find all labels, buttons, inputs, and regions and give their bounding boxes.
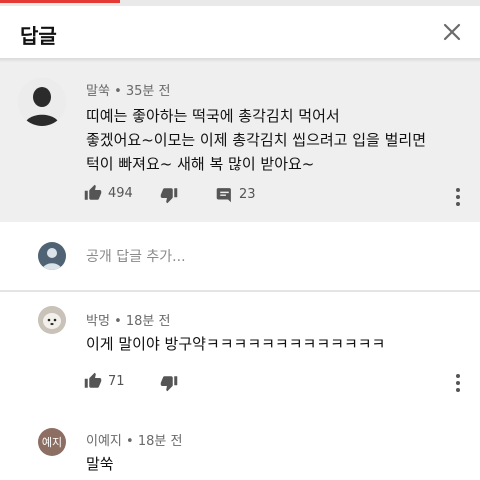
- add-reply-input[interactable]: 공개 답글 추가...: [86, 246, 186, 266]
- more-dot: [456, 374, 460, 378]
- dislike-button[interactable]: [160, 374, 178, 392]
- thumbs-down-icon: [160, 376, 178, 392]
- avatar[interactable]: [38, 306, 66, 334]
- comment-line: 턱이 빠져요~ 새해 복 많이 받아요~: [86, 155, 315, 173]
- comment-time: 35분 전: [125, 84, 171, 99]
- more-options-button[interactable]: [455, 374, 461, 392]
- avatar[interactable]: 예지: [38, 428, 66, 456]
- avatar-initials: 예지: [41, 436, 63, 449]
- avatar: [38, 242, 66, 270]
- person-icon: [42, 248, 62, 270]
- divider: [0, 290, 480, 292]
- avatar[interactable]: [18, 78, 66, 126]
- meta-separator: •: [114, 84, 126, 99]
- reply-author[interactable]: 이예지: [86, 434, 122, 449]
- more-dot: [456, 195, 460, 199]
- comment-text: 띠예는 좋아하는 떡국에 총각김치 먹어서 좋겠어요~이모는 이제 총각김치 씹…: [86, 104, 426, 176]
- add-reply-row: 공개 답글 추가...: [0, 232, 480, 282]
- comment-line: 띠예는 좋아하는 떡국에 총각김치 먹어서: [86, 107, 340, 125]
- parent-comment: 말쑥 • 35분 전 띠예는 좋아하는 떡국에 총각김치 먹어서 좋겠어요~이모…: [0, 62, 480, 222]
- like-button[interactable]: 494: [84, 184, 133, 202]
- more-dot: [456, 202, 460, 206]
- like-count: 71: [108, 373, 125, 389]
- more-dot: [456, 388, 460, 392]
- meta-separator: •: [126, 434, 138, 449]
- reply-count: 23: [239, 187, 256, 202]
- replies-button[interactable]: 23: [216, 186, 256, 203]
- dislike-button[interactable]: [160, 186, 178, 204]
- like-count: 494: [108, 185, 133, 201]
- close-icon: [443, 23, 461, 41]
- progress-accent: [0, 0, 120, 3]
- thumbs-down-icon: [160, 188, 178, 204]
- reply-meta: 박멍 • 18분 전: [86, 310, 170, 329]
- comment-author[interactable]: 말쑥: [86, 84, 110, 99]
- reply-meta: 이예지 • 18분 전: [86, 430, 182, 449]
- person-icon: [18, 78, 66, 126]
- thumbs-up-icon: [84, 184, 102, 200]
- reply-author[interactable]: 박멍: [86, 314, 110, 329]
- comment-meta: 말쑥 • 35분 전: [86, 80, 170, 99]
- close-button[interactable]: [440, 20, 464, 44]
- reply-time: 18분 전: [137, 434, 183, 449]
- more-dot: [456, 188, 460, 192]
- thumbs-up-icon: [84, 372, 102, 388]
- more-dot: [456, 381, 460, 385]
- page-title: 답글: [20, 24, 57, 48]
- like-button[interactable]: 71: [84, 372, 125, 390]
- dog-avatar-icon: [38, 306, 66, 334]
- more-options-button[interactable]: [455, 188, 461, 206]
- meta-separator: •: [114, 314, 126, 329]
- comment-icon: [216, 188, 231, 203]
- reply-text: 이게 말이야 방구약ㅋㅋㅋㅋㅋㅋㅋㅋㅋㅋㅋㅋㅋ: [86, 335, 386, 353]
- reply-text: 말쑥: [86, 455, 114, 473]
- reply-time: 18분 전: [125, 314, 171, 329]
- comment-line: 좋겠어요~이모는 이제 총각김치 씹으려고 입을 벌리면: [86, 131, 427, 149]
- header: 답글: [0, 6, 480, 58]
